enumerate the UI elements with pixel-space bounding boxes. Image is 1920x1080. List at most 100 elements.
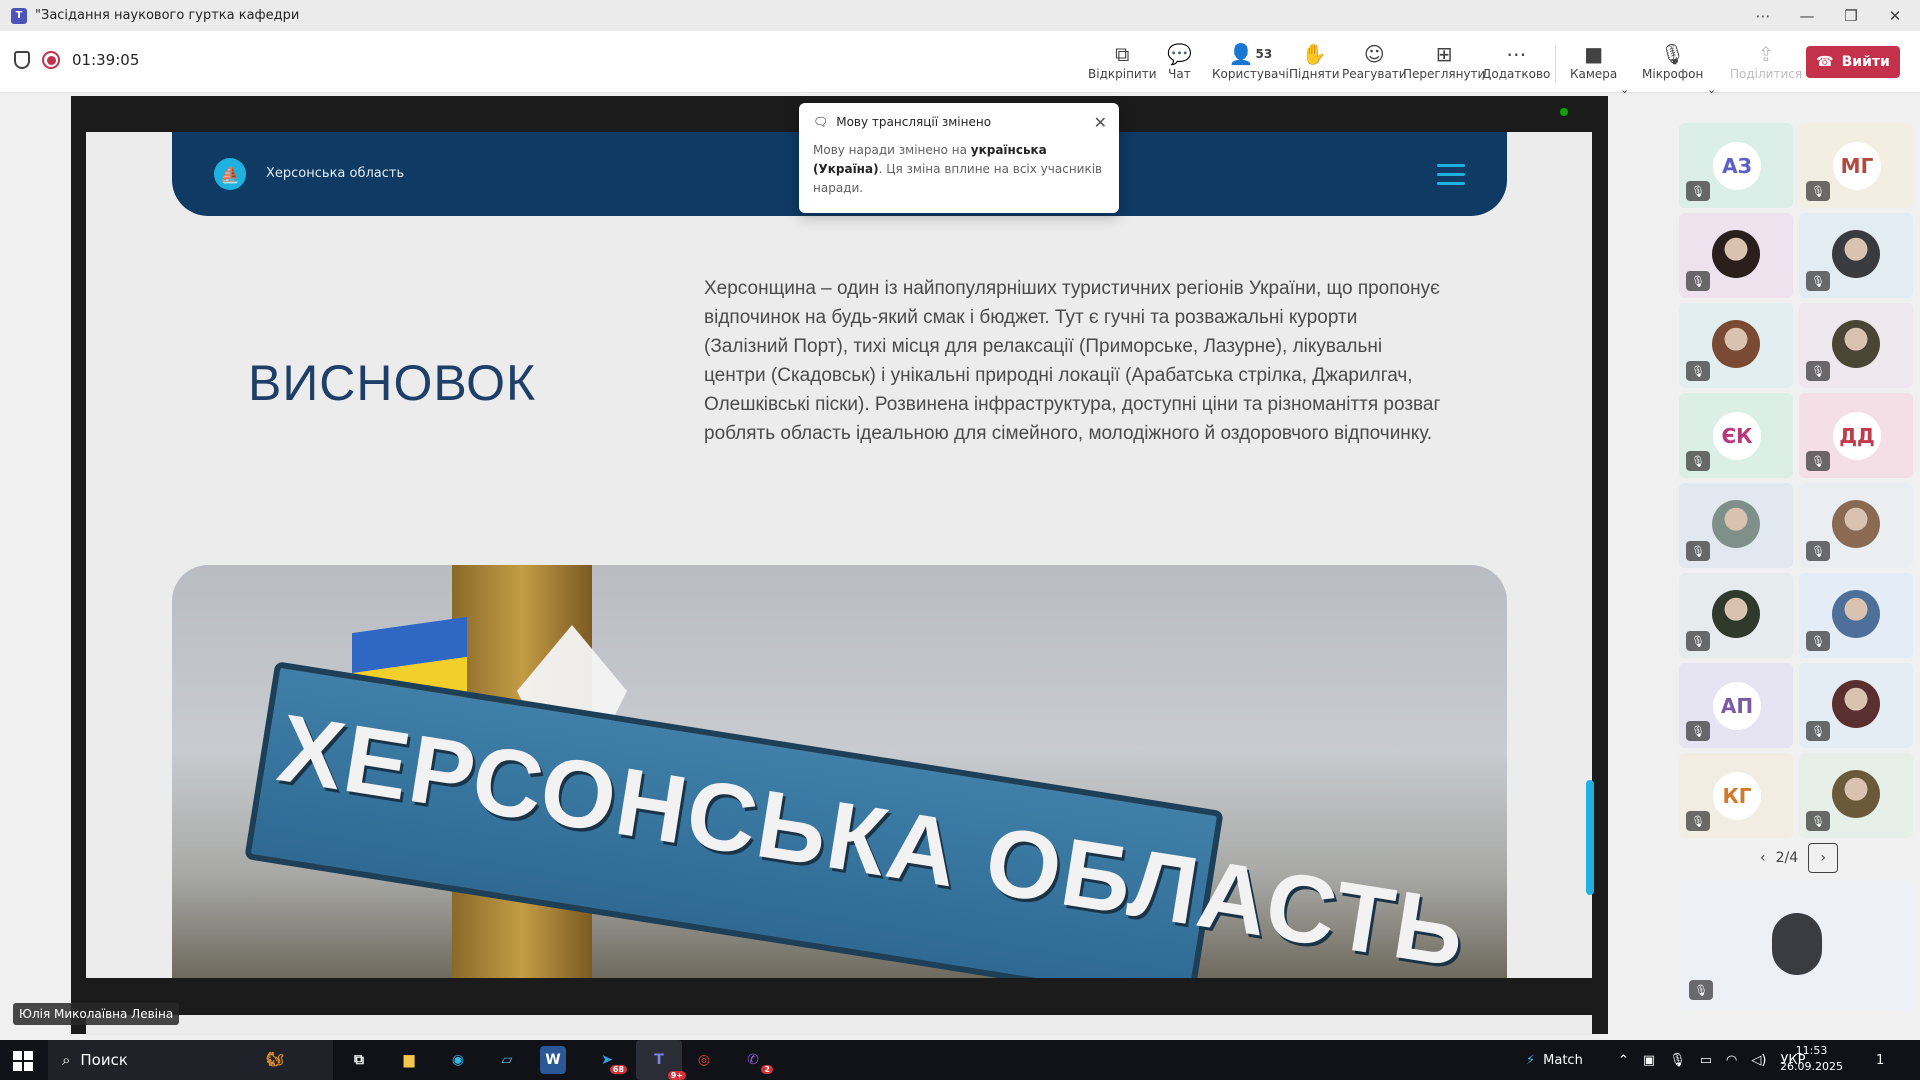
camera-button[interactable]: ■ Камера bbox=[1570, 41, 1617, 81]
system-tray: ⌃ ▣ 🎙 ▭ ◠ ◁) УКР bbox=[1618, 1040, 1805, 1080]
participant-tile[interactable]: 🎙 bbox=[1679, 213, 1793, 298]
unpin-button[interactable]: ⧉ Відкріпити bbox=[1088, 41, 1157, 81]
participant-initials: КГ bbox=[1713, 772, 1761, 820]
windows-taskbar: ⌕ Поиск 🐿 ⧉ ▆ ◉ ▱ W ➤ 68 T 9+ ◎ ✆ 2 ⚡ Match… bbox=[0, 1040, 1920, 1080]
participant-tile[interactable]: ДД 🎙 bbox=[1799, 393, 1913, 478]
mic-off-icon: 🎙 bbox=[1806, 271, 1830, 291]
microphone-button[interactable]: 🎙 Мікрофон bbox=[1642, 41, 1703, 81]
next-page-button[interactable]: › bbox=[1808, 843, 1839, 873]
participant-tile[interactable]: 🎙 bbox=[1679, 483, 1793, 568]
hamburger-menu-icon bbox=[1437, 164, 1465, 191]
meeting-timer: 01:39:05 bbox=[72, 51, 140, 69]
participant-tile[interactable]: АЗ 🎙 bbox=[1679, 123, 1793, 208]
notes-app-icon[interactable]: ▱ bbox=[491, 1046, 523, 1074]
participant-photo bbox=[1712, 320, 1760, 368]
participant-photo bbox=[1712, 230, 1760, 278]
participant-initials: АЗ bbox=[1713, 142, 1761, 190]
gallery-pager: ‹ 2/4 › bbox=[1760, 843, 1839, 873]
teams-app-icon: T bbox=[11, 7, 27, 24]
participant-tile[interactable]: 🎙 bbox=[1799, 753, 1913, 838]
wifi-icon[interactable]: ◠ bbox=[1726, 1053, 1737, 1068]
mic-off-icon: 🎙 bbox=[1686, 451, 1710, 471]
share-button[interactable]: ⇪ Поділитися bbox=[1730, 41, 1802, 81]
clock-date: 26.09.2025 bbox=[1780, 1060, 1843, 1073]
react-button[interactable]: ☺ Реагувати bbox=[1342, 41, 1407, 81]
participant-count: 53 bbox=[1255, 47, 1273, 61]
chat-button[interactable]: 💬 Чат bbox=[1167, 41, 1192, 81]
mic-off-icon: 🎙 bbox=[1806, 631, 1830, 651]
participant-tile[interactable]: АП 🎙 bbox=[1679, 663, 1793, 748]
squirrel-widget-icon[interactable]: 🐿 bbox=[259, 1046, 291, 1074]
shield-icon bbox=[14, 51, 30, 69]
toast-close-icon[interactable]: ✕ bbox=[1094, 113, 1107, 132]
weather-widget[interactable]: ⚡ Match bbox=[1526, 1040, 1583, 1080]
participant-tile[interactable]: 🎙 bbox=[1799, 213, 1913, 298]
maximize-button[interactable]: ❐ bbox=[1829, 0, 1873, 31]
self-video-tile[interactable]: 🎙 bbox=[1679, 880, 1913, 1010]
participant-tile[interactable]: 🎙 bbox=[1679, 573, 1793, 658]
mic-off-icon: 🎙 bbox=[1659, 42, 1686, 66]
participant-tile[interactable]: МГ 🎙 bbox=[1799, 123, 1913, 208]
teams-app-taskbar-icon[interactable]: T 9+ bbox=[636, 1040, 686, 1080]
participant-tile[interactable]: 🎙 bbox=[1679, 303, 1793, 388]
participant-tile[interactable]: 🎙 bbox=[1799, 303, 1913, 388]
self-mic-off-icon: 🎙 bbox=[1689, 980, 1713, 1000]
window-title: "Засідання наукового гуртка кафедри bbox=[35, 8, 300, 23]
slide-region-name: Херсонська область bbox=[266, 166, 405, 181]
notification-count: 1 bbox=[1876, 1052, 1885, 1068]
next-page-chevron-icon: › bbox=[1820, 850, 1826, 866]
telegram-app-icon[interactable]: ➤ 68 bbox=[591, 1046, 627, 1074]
task-view-icon[interactable]: ⧉ bbox=[343, 1046, 375, 1074]
chat-icon: 💬 bbox=[1167, 42, 1192, 66]
participant-photo bbox=[1712, 590, 1760, 638]
telegram-badge: 68 bbox=[609, 1065, 627, 1074]
mic-options-chevron-icon[interactable]: ⌄ bbox=[1707, 83, 1716, 96]
viber-app-icon[interactable]: ✆ 2 bbox=[737, 1046, 773, 1074]
meeting-toolbar: 01:39:05 ⧉ Відкріпити 💬 Чат 👤 53 Користув… bbox=[0, 31, 1920, 96]
participant-photo bbox=[1832, 320, 1880, 368]
edge-browser-icon[interactable]: ◉ bbox=[442, 1046, 474, 1074]
unpin-icon: ⧉ bbox=[1115, 42, 1130, 66]
close-window-button[interactable]: ✕ bbox=[1873, 0, 1917, 31]
participant-tile[interactable]: 🎙 bbox=[1799, 663, 1913, 748]
system-clock[interactable]: 11:53 26.09.2025 bbox=[1780, 1043, 1843, 1075]
participants-button[interactable]: 👤 53 Користувачі bbox=[1212, 41, 1289, 81]
tray-mic-icon[interactable]: 🎙 bbox=[1669, 1053, 1686, 1068]
react-label: Реагувати bbox=[1342, 67, 1407, 81]
more-button[interactable]: ⋯ Додатково bbox=[1482, 41, 1550, 81]
participant-tile[interactable]: 🎙 bbox=[1799, 483, 1913, 568]
participant-tile[interactable]: ЄК 🎙 bbox=[1679, 393, 1793, 478]
notifications-icon[interactable]: 1 bbox=[1876, 1040, 1884, 1080]
view-button[interactable]: ⊞ Переглянути bbox=[1403, 41, 1485, 81]
battery-icon[interactable]: ▭ bbox=[1700, 1053, 1712, 1068]
more-icon: ⋯ bbox=[1506, 42, 1527, 66]
minimize-button[interactable]: — bbox=[1785, 0, 1829, 31]
mic-off-icon: 🎙 bbox=[1686, 361, 1710, 381]
participant-tile[interactable]: КГ 🎙 bbox=[1679, 753, 1793, 838]
word-app-icon[interactable]: W bbox=[540, 1046, 566, 1074]
more-options-icon[interactable]: ⋯ bbox=[1741, 0, 1785, 31]
windows-start-icon[interactable] bbox=[13, 1051, 33, 1071]
chrome-browser-icon[interactable]: ◎ bbox=[688, 1046, 720, 1074]
tray-chevron-icon[interactable]: ⌃ bbox=[1618, 1053, 1629, 1068]
volume-icon[interactable]: ◁) bbox=[1751, 1053, 1766, 1068]
raise-hand-button[interactable]: ✋ Підняти bbox=[1289, 41, 1340, 81]
file-explorer-icon[interactable]: ▆ bbox=[393, 1046, 425, 1074]
toolbar-divider bbox=[1555, 46, 1556, 82]
participant-initials: ЄК bbox=[1713, 412, 1761, 460]
toast-title: Мову трансляції змінено bbox=[836, 115, 992, 129]
mic-off-icon: 🎙 bbox=[1806, 361, 1830, 381]
view-icon: ⊞ bbox=[1435, 42, 1453, 66]
prev-page-chevron-icon[interactable]: ‹ bbox=[1760, 850, 1766, 866]
mic-off-icon: 🎙 bbox=[1806, 541, 1830, 561]
mic-off-icon: 🎙 bbox=[1686, 631, 1710, 651]
search-icon: ⌕ bbox=[62, 1051, 71, 1069]
region-logo-icon: ⛵ bbox=[214, 158, 246, 190]
tray-device-icon[interactable]: ▣ bbox=[1643, 1053, 1655, 1068]
leave-button[interactable]: ☎ Вийти bbox=[1806, 46, 1900, 78]
participant-tile[interactable]: 🎙 bbox=[1799, 573, 1913, 658]
mic-off-icon: 🎙 bbox=[1686, 811, 1710, 831]
camera-options-chevron-icon[interactable]: ⌄ bbox=[1620, 83, 1629, 96]
participant-photo bbox=[1832, 770, 1880, 818]
title-bar: T "Засідання наукового гуртка кафедри ⋯ … bbox=[0, 0, 1920, 31]
